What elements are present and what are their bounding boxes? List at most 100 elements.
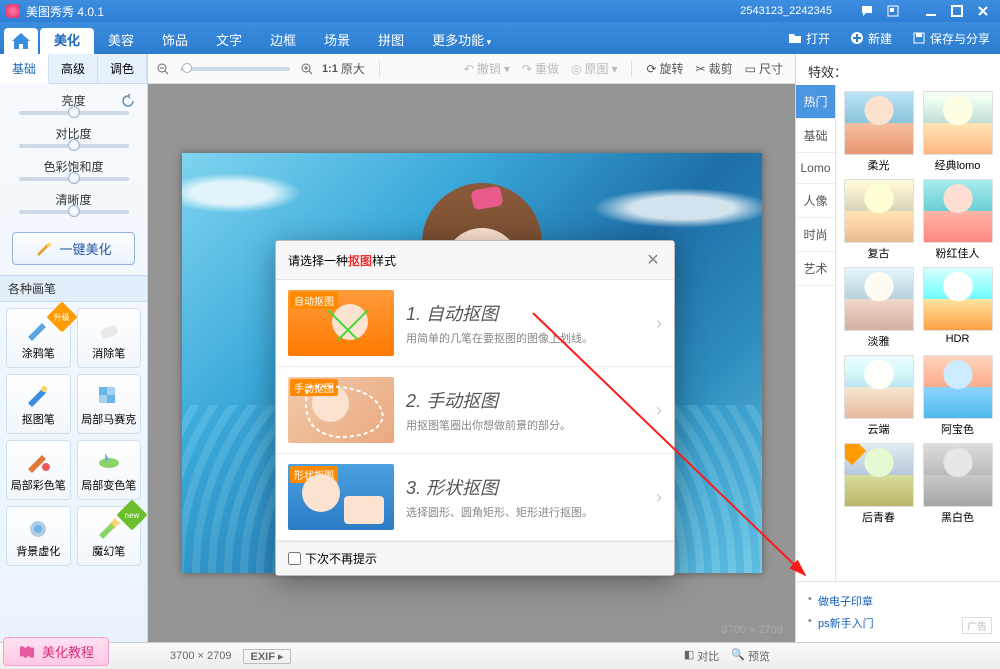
- status-dims: 3700 × 2709: [170, 650, 231, 662]
- tab-cosmetic[interactable]: 美容: [94, 28, 148, 54]
- fxcat-lomo[interactable]: Lomo: [796, 153, 835, 184]
- image-dimensions: 3700 × 2709: [722, 624, 783, 636]
- effect-item[interactable]: 经典lomo: [921, 91, 994, 173]
- home-button[interactable]: [4, 28, 38, 54]
- zoom-actual-button[interactable]: 1:1 1:1 原大原大: [318, 58, 369, 79]
- original-button[interactable]: ◎ 原图 ▾: [567, 58, 622, 79]
- chevron-right-icon: ›: [656, 400, 662, 421]
- no-remind-checkbox[interactable]: [288, 552, 301, 565]
- skin-icon[interactable]: [882, 4, 904, 18]
- tab-collage[interactable]: 拼图: [364, 28, 418, 54]
- chevron-right-icon: ›: [656, 487, 662, 508]
- chat-icon[interactable]: [856, 4, 878, 18]
- ad-links: 做电子印章 ps新手入门 广告: [796, 581, 1000, 642]
- brush-blur-bg[interactable]: 背景虚化: [6, 506, 71, 566]
- app-title: 美图秀秀 4.0.1: [26, 3, 104, 20]
- new-label: 新建: [868, 30, 892, 47]
- minimize-icon[interactable]: [920, 4, 942, 18]
- brush-cutout[interactable]: 抠图笔: [6, 374, 71, 434]
- brush-recolor[interactable]: 局部变色笔: [77, 440, 142, 500]
- brush-doodle[interactable]: 升级涂鸦笔: [6, 308, 71, 368]
- account-label[interactable]: 2543123_2242345: [740, 5, 832, 17]
- tutorial-button[interactable]: 美化教程: [3, 637, 109, 666]
- undo-button[interactable]: ↶ 撤销 ▾: [460, 58, 514, 79]
- effect-item[interactable]: 淡雅: [842, 267, 915, 349]
- link-ps-beginner[interactable]: ps新手入门: [808, 612, 988, 634]
- effect-item[interactable]: 云端: [842, 355, 915, 437]
- effect-item[interactable]: 阿宝色: [921, 355, 994, 437]
- cutout-option-manual[interactable]: 手动抠图 2. 手动抠图用抠图笔圈出你想做前景的部分。 ›: [276, 367, 674, 454]
- fxcat-hot[interactable]: 热门: [796, 85, 835, 119]
- sub-tabs: 基础 高级 调色: [0, 54, 147, 84]
- new-button[interactable]: 新建: [840, 22, 902, 54]
- effects-title: 特效：: [796, 54, 1000, 85]
- brush-magic[interactable]: new魔幻笔: [77, 506, 142, 566]
- exif-button[interactable]: EXIF ▸: [243, 649, 290, 664]
- left-panel: 基础 高级 调色 亮度 对比度 色彩饱和度 清晰度 一键美化 各种画笔 升级涂鸦…: [0, 54, 148, 642]
- slider-sharpness[interactable]: [19, 210, 129, 214]
- effect-item[interactable]: HDR: [921, 267, 994, 349]
- effect-item[interactable]: 柔光: [842, 91, 915, 173]
- slider-saturation[interactable]: [19, 177, 129, 181]
- rotate-button[interactable]: ⟳ 旋转: [642, 58, 687, 79]
- opt-desc: 用简单的几笔在要抠图的图像上划线。: [406, 330, 593, 346]
- subtab-basic[interactable]: 基础: [0, 54, 49, 84]
- tab-scene[interactable]: 场景: [310, 28, 364, 54]
- brush-eraser[interactable]: 消除笔: [77, 308, 142, 368]
- save-share-button[interactable]: 保存与分享: [902, 22, 1000, 54]
- cutout-dialog: 请选择一种 抠图 样式 ✕ 自动抠图 1. 自动抠图用简单的几笔在要抠图的图像上…: [275, 240, 675, 576]
- effect-item[interactable]: 粉红佳人: [921, 179, 994, 261]
- dialog-close-button[interactable]: ✕: [644, 251, 662, 269]
- tab-frame[interactable]: 边框: [256, 28, 310, 54]
- dialog-footer: 下次不再提示: [276, 541, 674, 575]
- crop-button[interactable]: ✂ 裁剪: [692, 58, 737, 79]
- opt-title: 3. 形状抠图: [406, 474, 593, 500]
- opt-title: 1. 自动抠图: [406, 300, 593, 326]
- reset-icon[interactable]: [121, 94, 135, 108]
- brush-mosaic[interactable]: 局部马赛克: [77, 374, 142, 434]
- save-share-label: 保存与分享: [930, 30, 990, 47]
- tab-beautify[interactable]: 美化: [40, 28, 94, 54]
- tab-text[interactable]: 文字: [202, 28, 256, 54]
- brush-local-color[interactable]: 局部彩色笔: [6, 440, 71, 500]
- open-button[interactable]: 打开: [778, 22, 840, 54]
- redo-button[interactable]: ↷ 重做: [518, 58, 563, 79]
- zoom-slider[interactable]: [180, 67, 290, 71]
- opt-desc: 选择圆形、圆角矩形、矩形进行抠图。: [406, 504, 593, 520]
- dialog-header: 请选择一种 抠图 样式 ✕: [276, 241, 674, 280]
- dialog-title-post: 样式: [372, 252, 396, 269]
- subtab-advanced[interactable]: 高级: [49, 54, 98, 83]
- slider-brightness[interactable]: [19, 111, 129, 115]
- zoom-in-icon[interactable]: [300, 62, 314, 76]
- tab-more[interactable]: 更多功能: [418, 28, 505, 54]
- fxcat-art[interactable]: 艺术: [796, 252, 835, 286]
- fxcat-portrait[interactable]: 人像: [796, 184, 835, 218]
- opt-title: 2. 手动抠图: [406, 387, 571, 413]
- fxcat-fashion[interactable]: 时尚: [796, 218, 835, 252]
- brush-grid: 升级涂鸦笔 消除笔 抠图笔 局部马赛克 局部彩色笔 局部变色笔 背景虚化 new…: [0, 302, 147, 572]
- effect-grid: 柔光 经典lomo 复古 粉红佳人 淡雅 HDR 云端 阿宝色 后青春 黑白色: [836, 85, 1000, 581]
- app-logo: [6, 4, 20, 18]
- one-click-beautify-button[interactable]: 一键美化: [12, 232, 135, 265]
- tab-decor[interactable]: 饰品: [148, 28, 202, 54]
- fxcat-basic[interactable]: 基础: [796, 119, 835, 153]
- cutout-option-auto[interactable]: 自动抠图 1. 自动抠图用简单的几笔在要抠图的图像上划线。 ›: [276, 280, 674, 367]
- maximize-icon[interactable]: [946, 4, 968, 18]
- chevron-right-icon: ›: [656, 313, 662, 334]
- subtab-color[interactable]: 调色: [98, 54, 147, 83]
- effect-item[interactable]: 黑白色: [921, 443, 994, 525]
- status-bar: 3700 × 2709 EXIF ▸ ◧ 对比 🔍 预览: [0, 642, 1000, 669]
- slider-contrast[interactable]: [19, 144, 129, 148]
- compare-button[interactable]: ◧ 对比: [684, 648, 719, 664]
- link-estamp[interactable]: 做电子印章: [808, 590, 988, 612]
- effect-categories: 热门 基础 Lomo 人像 时尚 艺术: [796, 85, 836, 581]
- open-label: 打开: [806, 30, 830, 47]
- effect-item[interactable]: 复古: [842, 179, 915, 261]
- effect-item[interactable]: 后青春: [842, 443, 915, 525]
- cutout-option-shape[interactable]: 形状抠图 3. 形状抠图选择圆形、圆角矩形、矩形进行抠图。 ›: [276, 454, 674, 541]
- right-panel: 特效： 热门 基础 Lomo 人像 时尚 艺术 柔光 经典lomo 复古 粉红佳…: [795, 54, 1000, 642]
- zoom-out-icon[interactable]: [156, 62, 170, 76]
- close-icon[interactable]: [972, 4, 994, 18]
- resize-button[interactable]: ▭ 尺寸: [741, 58, 787, 79]
- preview-button[interactable]: 🔍 预览: [731, 648, 770, 664]
